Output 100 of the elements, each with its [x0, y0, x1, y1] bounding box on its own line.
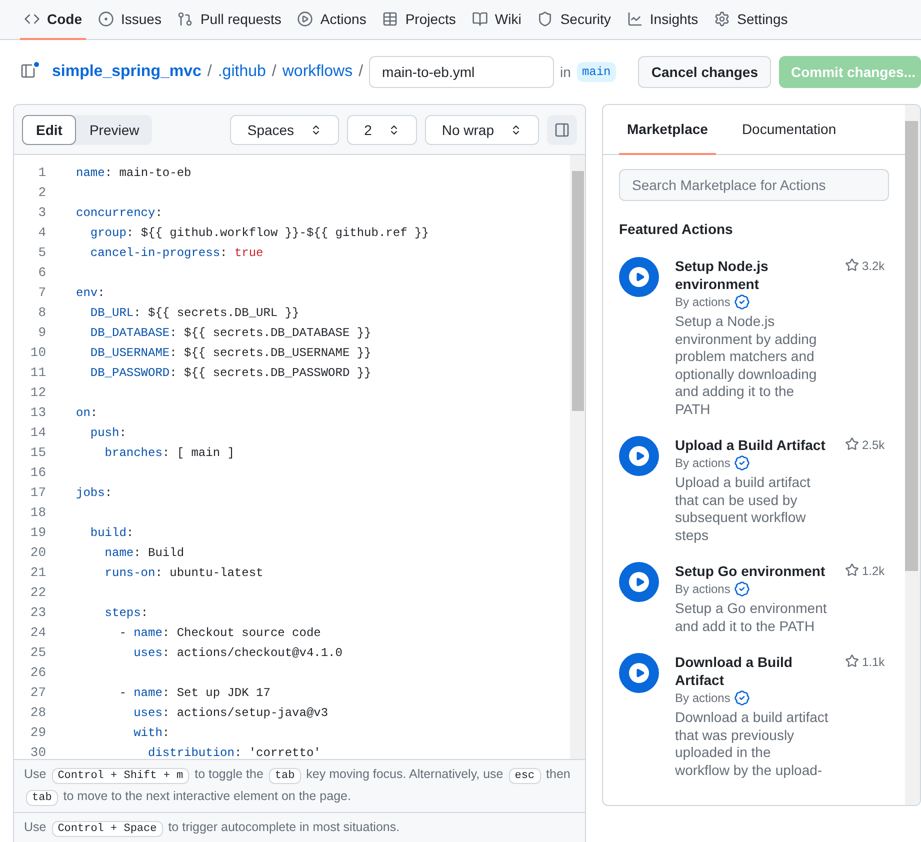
- nav-tab[interactable]: Code: [20, 0, 86, 40]
- issue-icon: [98, 11, 114, 27]
- mode-tab[interactable]: Edit: [22, 114, 76, 144]
- action-logo-icon: [619, 562, 659, 602]
- shield-icon: [537, 11, 554, 27]
- path-separator: /: [358, 62, 364, 82]
- line-number: 22: [29, 584, 46, 602]
- line-number: 9: [37, 324, 46, 342]
- author-label: By actions: [675, 455, 730, 472]
- dropdown-arrow-icon: [510, 124, 522, 136]
- line-number: 14: [29, 424, 46, 442]
- code-line: runs-on: ubuntu-latest: [104, 565, 264, 582]
- line-number: 2: [37, 184, 46, 202]
- line-number: 16: [29, 464, 46, 482]
- action-title[interactable]: Download a Build Artifact: [675, 653, 829, 689]
- scrollbar[interactable]: [905, 105, 920, 805]
- nav-tab[interactable]: Settings: [710, 0, 792, 40]
- star-count: 1.2k: [862, 563, 885, 580]
- code-line: distribution: 'corretto': [147, 745, 321, 762]
- line-number: 24: [29, 624, 46, 642]
- filename-field[interactable]: main-to-eb.yml: [369, 56, 554, 88]
- book-icon: [472, 11, 488, 27]
- line-number: 28: [29, 704, 46, 722]
- line-number: 23: [29, 604, 46, 622]
- nav-tab[interactable]: Insights: [622, 0, 702, 40]
- code-line: concurrency:: [76, 205, 162, 222]
- line-number: 11: [29, 364, 46, 382]
- code-line: DB_URL: ${{ secrets.DB_URL }}: [89, 305, 300, 322]
- folder-link[interactable]: .github: [218, 60, 266, 84]
- author-label: By actions: [675, 581, 730, 598]
- action-title[interactable]: Setup Node.js environment: [675, 257, 829, 293]
- sidebar-tab[interactable]: Documentation: [734, 105, 844, 155]
- code-line: name: Build: [104, 545, 184, 562]
- line-number: 26: [29, 664, 46, 682]
- star-icon: [845, 437, 859, 451]
- action-logo-icon: [619, 257, 659, 297]
- nav-tab[interactable]: Projects: [378, 0, 460, 40]
- nav-tab[interactable]: Security: [533, 0, 615, 40]
- code-line: push:: [89, 425, 126, 442]
- table-icon: [382, 11, 398, 27]
- select-dropdown[interactable]: Spaces: [230, 114, 340, 144]
- settings-icon: [714, 11, 730, 27]
- code-line: - name: Set up JDK 17: [118, 685, 270, 702]
- author-label: By actions: [675, 294, 730, 311]
- line-number: 19: [29, 524, 46, 542]
- nav-tab[interactable]: Wiki: [468, 0, 526, 40]
- select-dropdown[interactable]: No wrap: [424, 114, 539, 144]
- code-line: - name: Checkout source code: [118, 625, 321, 642]
- action-description: Download a build artifact that was previously uploaded in the workflow by the upload-: [675, 709, 829, 779]
- sidebar-tab[interactable]: Marketplace: [619, 105, 716, 155]
- star-icon: [845, 258, 859, 272]
- in-label: in: [560, 63, 571, 82]
- nav-tab[interactable]: Pull requests: [173, 0, 286, 40]
- cancel-button[interactable]: Cancel changes: [638, 56, 771, 88]
- action-description: Upload a build artifact that can be used by subsequent workflow steps: [675, 474, 812, 544]
- code-line: DB_DATABASE: ${{ secrets.DB_DATABASE }}: [89, 325, 372, 342]
- action-logo-icon: [619, 436, 659, 476]
- repo-link[interactable]: simple_spring_mvc: [52, 60, 202, 84]
- action-title[interactable]: Setup Go environment: [675, 562, 829, 580]
- line-number: 30: [29, 744, 46, 762]
- select-dropdown[interactable]: 2: [347, 114, 417, 144]
- mode-tab[interactable]: Preview: [76, 114, 152, 144]
- line-number: 15: [29, 444, 46, 462]
- keyboard-hint: Use Control + Space to trigger autocomplete in most situations.: [24, 819, 401, 839]
- line-number: 4: [37, 224, 46, 242]
- nav-tab[interactable]: Issues: [94, 0, 166, 40]
- line-number: 18: [29, 504, 46, 522]
- line-number: 27: [29, 684, 46, 702]
- line-number: 6: [37, 264, 46, 282]
- scrollbar[interactable]: [570, 155, 585, 759]
- line-number: 21: [29, 564, 46, 582]
- line-number: 7: [37, 284, 46, 302]
- star-count: 3.2k: [862, 258, 885, 275]
- code-line: DB_PASSWORD: ${{ secrets.DB_PASSWORD }}: [89, 365, 372, 382]
- panel-toggle-button[interactable]: [547, 114, 577, 144]
- line-number: 12: [29, 384, 46, 402]
- line-number: 10: [29, 344, 46, 362]
- code-line: uses: actions/checkout@v4.1.0: [132, 645, 342, 662]
- action-logo-icon: [619, 653, 659, 693]
- line-number: 3: [37, 204, 46, 222]
- line-number: 29: [29, 724, 46, 742]
- branch-label: main: [576, 62, 616, 82]
- action-title[interactable]: Upload a Build Artifact: [675, 436, 829, 454]
- code-line: branches: [ main ]: [104, 445, 234, 462]
- graph-icon: [626, 11, 643, 27]
- action-description: Setup a Node.js environment by adding problem matchers and optionally downloading and adding it to the PATH: [675, 313, 818, 418]
- star-count: 1.1k: [862, 654, 885, 671]
- folder-link[interactable]: workflows: [282, 60, 353, 84]
- code-line: uses: actions/setup-java@v3: [132, 705, 328, 722]
- author-label: By actions: [675, 690, 730, 707]
- code-line: build:: [89, 525, 134, 542]
- section-heading: Featured Actions: [619, 220, 734, 239]
- code-line: DB_USERNAME: ${{ secrets.DB_USERNAME }}: [89, 345, 372, 362]
- line-number: 17: [29, 484, 46, 502]
- path-separator: /: [272, 62, 276, 82]
- nav-tab[interactable]: Actions: [293, 0, 370, 40]
- code-line: jobs:: [76, 485, 112, 502]
- code-line: with:: [132, 725, 170, 742]
- search-field[interactable]: Search Marketplace for Actions: [619, 169, 889, 201]
- pull-request-icon: [177, 11, 194, 27]
